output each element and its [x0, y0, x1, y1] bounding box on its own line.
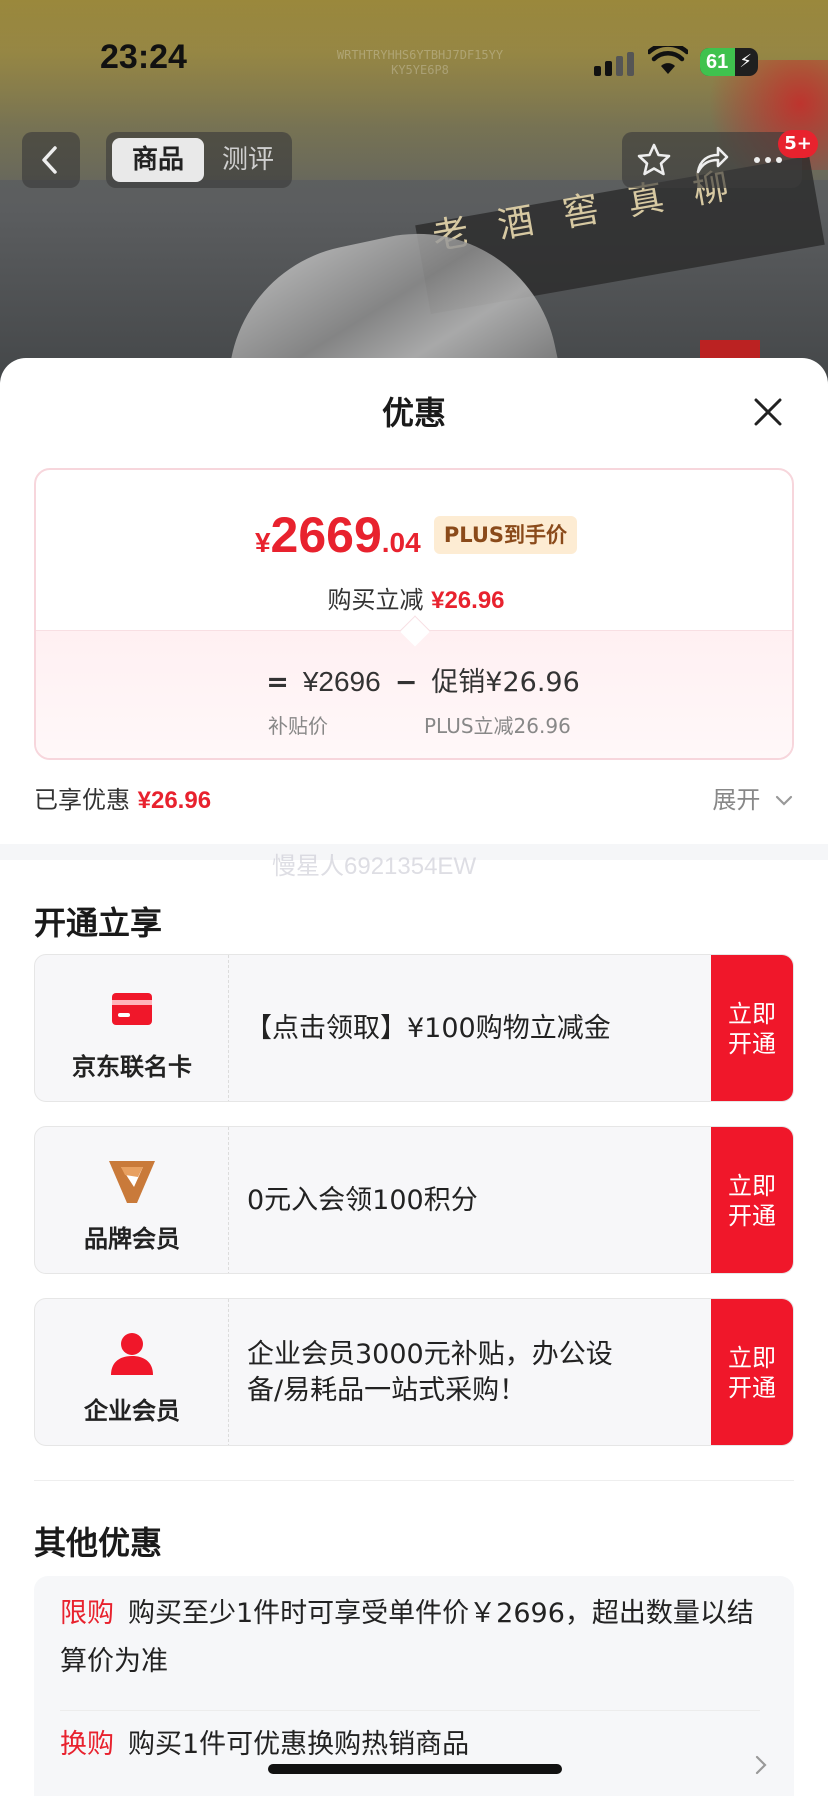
instant-reduction: 购买立减 ¥26.96	[36, 580, 792, 615]
star-icon[interactable]	[636, 142, 672, 178]
tab-product[interactable]: 商品	[112, 138, 204, 182]
battery-level: 61	[706, 51, 729, 73]
open-card-brand-member[interactable]: 品牌会员 0元入会领100积分 立即开通	[34, 1126, 794, 1274]
card-left: 品牌会员	[35, 1127, 229, 1273]
other-discounts-box: 限购 购买至少1件时可享受单件价￥2696，超出数量以结算价为准 换购 购买1件可优…	[34, 1576, 794, 1796]
tab-review[interactable]: 测评	[206, 138, 290, 182]
open-card-jd-card[interactable]: 京东联名卡 【点击领取】¥100购物立减金 立即开通	[34, 954, 794, 1102]
divider-line	[34, 1480, 794, 1481]
sheet-title: 优惠	[381, 394, 446, 432]
base-price-label: 补贴价	[268, 714, 328, 738]
chevron-down-icon	[775, 795, 793, 806]
card-text: 0元入会领100积分	[247, 1185, 478, 1216]
reduce-label: 购买立减	[327, 586, 424, 614]
open-now-button[interactable]: 立即开通	[711, 1299, 793, 1445]
card-text: 【点击领取】¥100购物立减金	[245, 1013, 611, 1044]
price-formula: = ¥2696− 促销¥26.96	[36, 660, 792, 699]
discount-sheet: 优惠 ¥2669.04 PLUS到手价 购买立减 ¥26.96 = ¥2696− 促…	[0, 358, 828, 1796]
product-tabs: 商品 测评	[106, 132, 292, 188]
enjoyed-discount: 已享优惠 ¥26.96	[34, 780, 211, 815]
enjoyed-value: ¥26.96	[137, 787, 212, 814]
card-label: 企业会员	[84, 1397, 180, 1425]
watermark-line: KY5YE6P8	[391, 63, 449, 77]
battery-icon: 61 ⚡	[700, 48, 758, 76]
limit-tag: 限购	[60, 1598, 114, 1629]
other-section-title: 其他优惠	[34, 1524, 163, 1562]
card-left: 京东联名卡	[35, 955, 229, 1101]
expand-toggle[interactable]: 展开	[712, 780, 794, 815]
limit-purchase-item: 限购 购买至少1件时可享受单件价￥2696，超出数量以结算价为准	[60, 1590, 760, 1686]
exchange-text: 购买1件可优惠换购热销商品	[128, 1729, 470, 1760]
charging-bolt-icon: ⚡	[739, 51, 752, 72]
limit-text: 购买至少1件时可享受单件价￥2696，超出数量以结算价为准	[60, 1598, 754, 1677]
promo-label: PLUS立减26.96	[424, 714, 571, 738]
person-icon	[111, 1333, 153, 1375]
close-icon[interactable]	[750, 394, 786, 430]
open-now-button[interactable]: 立即开通	[711, 955, 793, 1101]
plus-price-tag: PLUS到手价	[433, 516, 578, 554]
open-section-title: 开通立享	[34, 904, 163, 942]
watermark-mid: 慢星人6921354EW	[272, 853, 477, 880]
watermark-top: WRTHTRYHHS6YTBHJ7DF15YY KY5YE6P8	[300, 48, 540, 78]
equals-sign: =	[266, 667, 289, 698]
card-label: 京东联名卡	[72, 1053, 192, 1081]
signal-icon	[594, 52, 636, 76]
home-indicator[interactable]	[268, 1764, 562, 1774]
open-card-enterprise-member[interactable]: 企业会员 企业会员3000元补贴，办公设备/易耗品一站式采购！ 立即开通	[34, 1298, 794, 1446]
price-card: ¥2669.04 PLUS到手价 购买立减 ¥26.96 = ¥2696− 促销¥2…	[34, 468, 794, 760]
price-integer: 2669	[270, 507, 382, 563]
share-icon[interactable]	[694, 142, 730, 178]
price-decimal: .04	[381, 527, 421, 558]
back-button[interactable]	[22, 132, 80, 188]
minus-sign: −	[394, 667, 418, 698]
message-badge: 5+	[778, 130, 818, 158]
card-left: 企业会员	[35, 1299, 229, 1445]
card-icon	[112, 993, 152, 1025]
final-price: ¥2669.04 PLUS到手价	[36, 506, 792, 564]
top-actions	[622, 132, 802, 188]
enjoyed-label: 已享优惠	[34, 786, 130, 814]
status-time: 23:24	[100, 38, 187, 76]
wifi-icon	[648, 46, 688, 74]
base-price: ¥2696	[302, 666, 381, 697]
card-text: 企业会员3000元补贴，办公设备/易耗品一站式采购！	[247, 1339, 613, 1406]
expand-label: 展开	[712, 786, 761, 814]
brand-v-icon	[109, 1161, 155, 1203]
watermark-line: WRTHTRYHHS6YTBHJ7DF15YY	[336, 48, 504, 62]
open-now-button[interactable]: 立即开通	[711, 1127, 793, 1273]
exchange-tag: 换购	[60, 1729, 114, 1760]
exchange-purchase-item[interactable]: 换购 购买1件可优惠换购热销商品	[60, 1710, 760, 1769]
currency-symbol: ¥	[254, 527, 271, 558]
chevron-left-icon	[42, 146, 57, 174]
reduce-value: ¥26.96	[431, 587, 505, 614]
card-label: 品牌会员	[84, 1225, 180, 1253]
chevron-right-icon[interactable]	[754, 1754, 768, 1776]
promo-amount: 促销¥26.96	[431, 667, 580, 698]
